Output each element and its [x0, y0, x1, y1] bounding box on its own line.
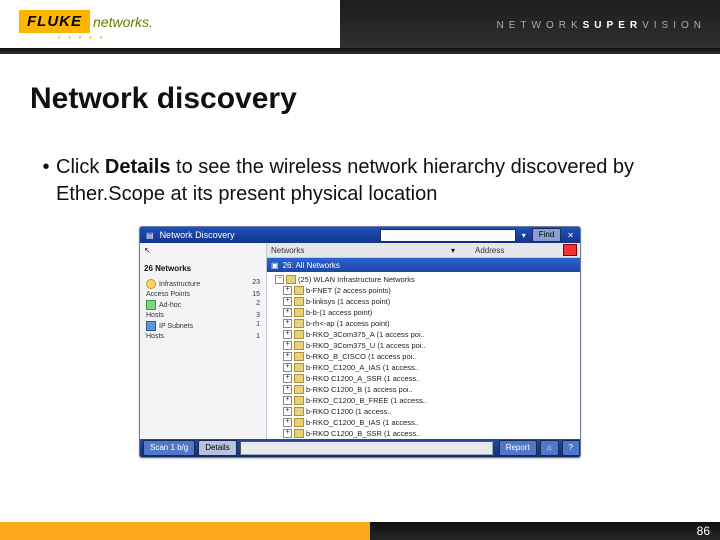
tree-node[interactable]: +b-FNET (2 access points): [269, 285, 580, 296]
scan-button[interactable]: Scan 1 b/g: [143, 440, 195, 456]
expand-icon[interactable]: +: [283, 297, 292, 306]
summary-row[interactable]: Infrastructure23: [144, 278, 262, 290]
app-menu-icon[interactable]: ▤: [146, 231, 154, 240]
expand-icon[interactable]: +: [283, 407, 292, 416]
tree-node[interactable]: −(25) WLAN Infrastructure Networks: [269, 274, 580, 285]
tree-node[interactable]: +b-linksys (1 access point): [269, 296, 580, 307]
page-number: 86: [370, 522, 720, 540]
summary-row[interactable]: Access Points15: [144, 290, 262, 299]
slide-header: FLUKE networks. • • • • • NETWORKSUPERVI…: [0, 0, 720, 58]
infrastructure-icon: [146, 279, 156, 289]
folder-icon: [294, 308, 304, 317]
etherscope-window: ▤ Network Discovery ▾ Find ✕ ↖ 26 Networ…: [139, 226, 581, 458]
expand-icon[interactable]: +: [283, 330, 292, 339]
folder-icon: [286, 275, 296, 284]
slide-footer: 86: [0, 522, 720, 540]
detail-panel: Networks ▾ Address ▣26: All Networks −(2…: [267, 243, 580, 439]
tree-node[interactable]: +b-RKO_C1200_B_FREE (1 access..: [269, 395, 580, 406]
expand-icon[interactable]: +: [283, 308, 292, 317]
tree-node[interactable]: +b-RKO_B_CISCO (1 access poi..: [269, 351, 580, 362]
details-button[interactable]: Details: [198, 440, 236, 456]
brand-logo: FLUKE: [19, 10, 90, 33]
tree-node[interactable]: +b-RKO C1200_A_SSR (1 access..: [269, 373, 580, 384]
selection-bar[interactable]: ▣26: All Networks: [267, 258, 580, 272]
bullet-list: • Click Details to see the wireless netw…: [36, 154, 688, 208]
expand-icon[interactable]: +: [283, 396, 292, 405]
folder-icon: [294, 319, 304, 328]
footer-accent: [0, 522, 370, 540]
sv-post: VISION: [642, 20, 706, 31]
network-tree[interactable]: −(25) WLAN Infrastructure Networks+b-FNE…: [267, 272, 580, 439]
tree-node[interactable]: +b-RKO C1200_B (1 access poi..: [269, 384, 580, 395]
brand-subtext: networks.: [93, 14, 153, 30]
folder-icon: [294, 286, 304, 295]
system-tray: 📶 ⌨ ▮ 🔊 1:37 PM: [140, 457, 580, 458]
find-input[interactable]: [380, 229, 516, 242]
expand-icon[interactable]: +: [283, 418, 292, 427]
bullet-dot: •: [36, 154, 56, 208]
tree-node[interactable]: +b-RKO_C1200_A_IAS (1 access..: [269, 362, 580, 373]
supervision-banner: NETWORKSUPERVISION: [340, 0, 720, 48]
folder-icon: [294, 407, 304, 416]
folder-icon: [294, 297, 304, 306]
folder-icon: [294, 418, 304, 427]
expand-icon[interactable]: +: [283, 286, 292, 295]
tree-node[interactable]: +b-RKO_3Com375_A (1 access poi..: [269, 329, 580, 340]
tree-node[interactable]: +b-RKO_3Com375_U (1 access poi..: [269, 340, 580, 351]
bullet-item: • Click Details to see the wireless netw…: [36, 154, 688, 208]
column-header: Networks ▾ Address: [267, 243, 580, 258]
folder-icon: [294, 352, 304, 361]
cursor-icon: ↖: [144, 246, 262, 255]
folder-icon: [294, 385, 304, 394]
close-icon[interactable]: ✕: [567, 231, 574, 240]
ip-subnet-icon: [146, 321, 156, 331]
alert-icon[interactable]: [563, 244, 577, 256]
logo-area: FLUKE networks. • • • • •: [0, 0, 340, 48]
folder-icon: [294, 363, 304, 372]
folder-icon: [294, 341, 304, 350]
folder-icon: [294, 374, 304, 383]
expand-icon[interactable]: +: [283, 429, 292, 438]
expand-icon[interactable]: −: [275, 275, 284, 284]
tree-node[interactable]: +b-b-(1 access point): [269, 307, 580, 318]
dropdown-icon[interactable]: ▾: [522, 231, 526, 240]
toolbar-bottom: Scan 1 b/g Details Report ⌂ ?: [140, 439, 580, 457]
adhoc-icon: [146, 300, 156, 310]
sv-pre: NETWORK: [497, 20, 583, 31]
col-networks[interactable]: Networks: [267, 246, 451, 255]
home-icon[interactable]: ⌂: [540, 440, 559, 456]
tree-node[interactable]: +b-RKO_C1200_B_IAS (1 access..: [269, 417, 580, 428]
summary-panel: ↖ 26 Networks Infrastructure23Access Poi…: [140, 243, 267, 439]
help-icon[interactable]: ?: [562, 440, 580, 456]
sv-bold: SUPER: [583, 20, 642, 31]
col-address[interactable]: Address: [455, 246, 563, 255]
folder-icon: [294, 429, 304, 438]
folder-icon: [294, 330, 304, 339]
tree-node[interactable]: +b-RKO C1200_B_SSR (1 access..: [269, 428, 580, 439]
expand-icon[interactable]: +: [283, 363, 292, 372]
slide: FLUKE networks. • • • • • NETWORKSUPERVI…: [0, 0, 720, 540]
slide-title: Network discovery: [30, 82, 720, 116]
summary-row[interactable]: Hosts3: [144, 311, 262, 320]
expand-icon[interactable]: +: [283, 319, 292, 328]
bullet-text: Click Details to see the wireless networ…: [56, 154, 688, 208]
summary-row[interactable]: Ad-hoc2: [144, 299, 262, 311]
summary-row[interactable]: Hosts1: [144, 332, 262, 341]
find-button[interactable]: Find: [532, 228, 562, 242]
summary-row[interactable]: IP Subnets1: [144, 320, 262, 332]
header-underline: [0, 48, 720, 54]
brand-dots: • • • • •: [58, 35, 340, 42]
folder-icon: [294, 396, 304, 405]
expand-icon[interactable]: +: [283, 352, 292, 361]
expand-icon[interactable]: +: [283, 385, 292, 394]
report-button[interactable]: Report: [499, 440, 537, 456]
expand-icon[interactable]: +: [283, 341, 292, 350]
networks-count: 26 Networks: [144, 264, 262, 273]
tree-node[interactable]: +b-rh<-ap (1 access point): [269, 318, 580, 329]
expand-icon[interactable]: +: [283, 374, 292, 383]
tree-node[interactable]: +b-RKO C1200 (1 access..: [269, 406, 580, 417]
app-title: Network Discovery: [160, 230, 235, 240]
status-bar: [240, 441, 493, 455]
titlebar[interactable]: ▤ Network Discovery ▾ Find ✕: [140, 227, 580, 243]
